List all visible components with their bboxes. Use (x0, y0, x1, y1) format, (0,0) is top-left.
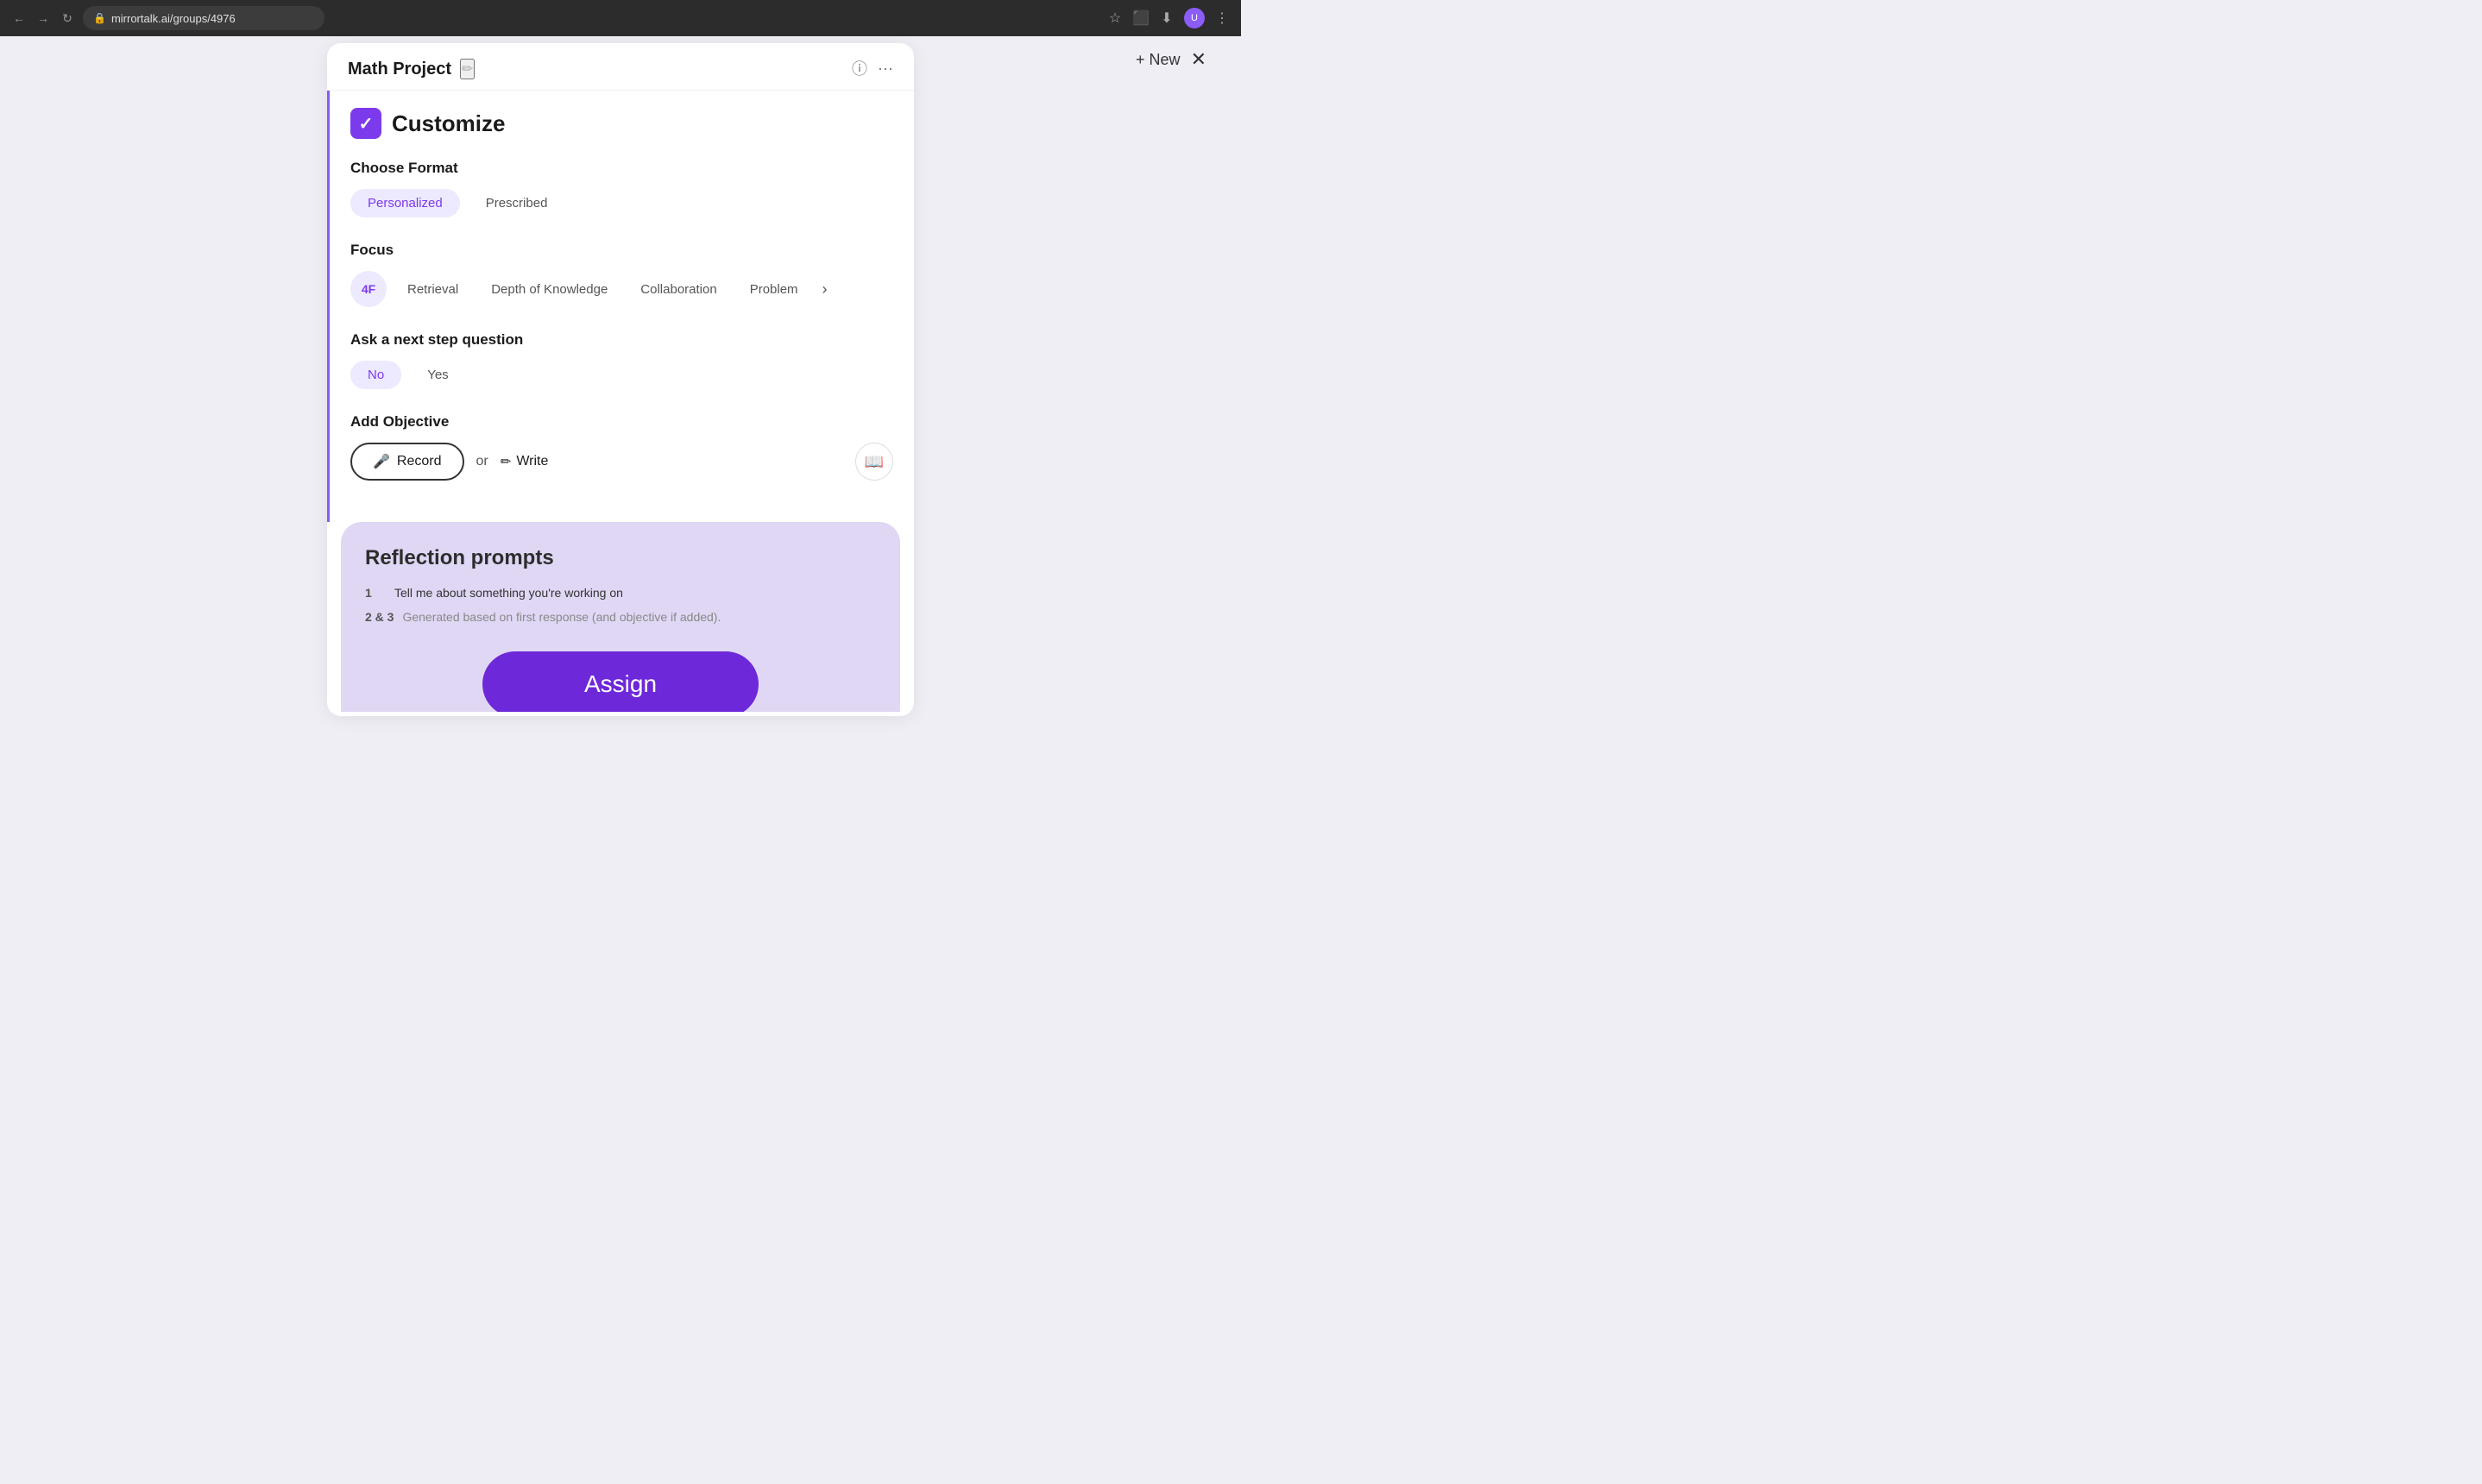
next-step-section: Ask a next step question No Yes (350, 331, 893, 389)
forward-button[interactable]: → (35, 9, 52, 27)
download-icon[interactable]: ⬇ (1158, 9, 1175, 27)
record-button[interactable]: 🎤 Record (350, 443, 464, 481)
address-bar[interactable]: 🔒 mirrortalk.ai/groups/4976 (83, 6, 324, 30)
mic-icon: 🎤 (373, 453, 390, 470)
reflection-section: Reflection prompts 1 Tell me about somet… (341, 522, 900, 712)
main-panel: Math Project ✏ ⓘ ⋯ ✓ Customize (327, 43, 914, 716)
assign-button[interactable]: Assign (482, 651, 759, 712)
next-step-label: Ask a next step question (350, 331, 893, 349)
reflection-wrapper: Reflection prompts 1 Tell me about somet… (327, 522, 914, 712)
reflection-num-1: 1 (365, 586, 386, 600)
info-button[interactable]: ⓘ (852, 61, 867, 77)
book-button[interactable]: 📖 (855, 443, 893, 481)
next-step-yes-option[interactable]: Yes (410, 361, 465, 389)
section-title: Customize (392, 110, 505, 137)
focus-depth-option[interactable]: Depth of Knowledge (479, 275, 620, 304)
new-button[interactable]: + New (1136, 51, 1181, 69)
browser-actions: ☆ ⬛ ⬇ U ⋮ (1106, 8, 1231, 28)
focus-collaboration-option[interactable]: Collaboration (628, 275, 728, 304)
focus-retrieval-option[interactable]: Retrieval (395, 275, 470, 304)
panel-title-area: Math Project ✏ (348, 59, 475, 79)
focus-section: Focus 4F Retrieval Depth of Knowledge Co… (350, 242, 893, 307)
prescribed-option[interactable]: Prescribed (469, 189, 565, 217)
check-badge: ✓ (350, 108, 381, 139)
customize-section: ✓ Customize Choose Format Personalized P… (327, 91, 914, 522)
add-objective-section: Add Objective 🎤 Record or ✏ Write 📖 (350, 413, 893, 481)
panel-header-actions: ⓘ ⋯ (852, 61, 893, 77)
more-options-button[interactable]: ⋯ (878, 61, 893, 77)
reflection-item-23: 2 & 3 Generated based on first response … (365, 610, 876, 624)
panel-header: Math Project ✏ ⓘ ⋯ (327, 43, 914, 91)
refresh-button[interactable]: ↻ (59, 9, 76, 27)
section-header: ✓ Customize (350, 108, 893, 139)
focus-4f-option[interactable]: 4F (350, 271, 387, 307)
focus-problem-option[interactable]: Problem (738, 275, 810, 304)
next-step-options: No Yes (350, 361, 893, 389)
focus-options: 4F Retrieval Depth of Knowledge Collabor… (350, 271, 893, 307)
write-label: Write (516, 454, 548, 469)
focus-chevron-icon[interactable]: › (822, 280, 828, 299)
browser-chrome: ← → ↻ 🔒 mirrortalk.ai/groups/4976 ☆ ⬛ ⬇ … (0, 0, 1241, 36)
reflection-item-1: 1 Tell me about something you're working… (365, 586, 876, 600)
record-label: Record (397, 454, 442, 469)
url-text: mirrortalk.ai/groups/4976 (111, 12, 236, 25)
assign-btn-container: Assign (365, 634, 876, 712)
format-options: Personalized Prescribed (350, 189, 893, 217)
edit-title-button[interactable]: ✏ (460, 59, 475, 79)
reflection-text-23: Generated based on first response (and o… (402, 610, 721, 624)
add-objective-label: Add Objective (350, 413, 893, 431)
book-icon: 📖 (865, 453, 884, 471)
check-icon: ✓ (359, 113, 374, 135)
focus-label: Focus (350, 242, 893, 259)
close-button[interactable]: ✕ (1191, 50, 1206, 69)
user-avatar[interactable]: U (1184, 8, 1205, 28)
choose-format-section: Choose Format Personalized Prescribed (350, 160, 893, 217)
top-right-controls: + New ✕ (1136, 50, 1206, 69)
menu-icon[interactable]: ⋮ (1213, 9, 1231, 27)
star-icon[interactable]: ☆ (1106, 9, 1124, 27)
or-text: or (476, 454, 488, 469)
pencil-icon: ✏ (501, 454, 512, 469)
objective-actions: 🎤 Record or ✏ Write 📖 (350, 443, 893, 481)
page-area: + New ✕ Math Project ✏ ⓘ ⋯ ✓ (0, 36, 1241, 742)
reflection-text-1: Tell me about something you're working o… (394, 586, 623, 600)
extensions-icon[interactable]: ⬛ (1132, 9, 1150, 27)
write-button[interactable]: ✏ Write (501, 454, 549, 469)
back-button[interactable]: ← (10, 9, 28, 27)
reflection-num-23: 2 & 3 (365, 610, 394, 624)
reflection-title: Reflection prompts (365, 546, 876, 570)
panel-content: ✓ Customize Choose Format Personalized P… (327, 91, 914, 712)
personalized-option[interactable]: Personalized (350, 189, 460, 217)
panel-title: Math Project (348, 60, 451, 79)
next-step-no-option[interactable]: No (350, 361, 401, 389)
choose-format-label: Choose Format (350, 160, 893, 177)
